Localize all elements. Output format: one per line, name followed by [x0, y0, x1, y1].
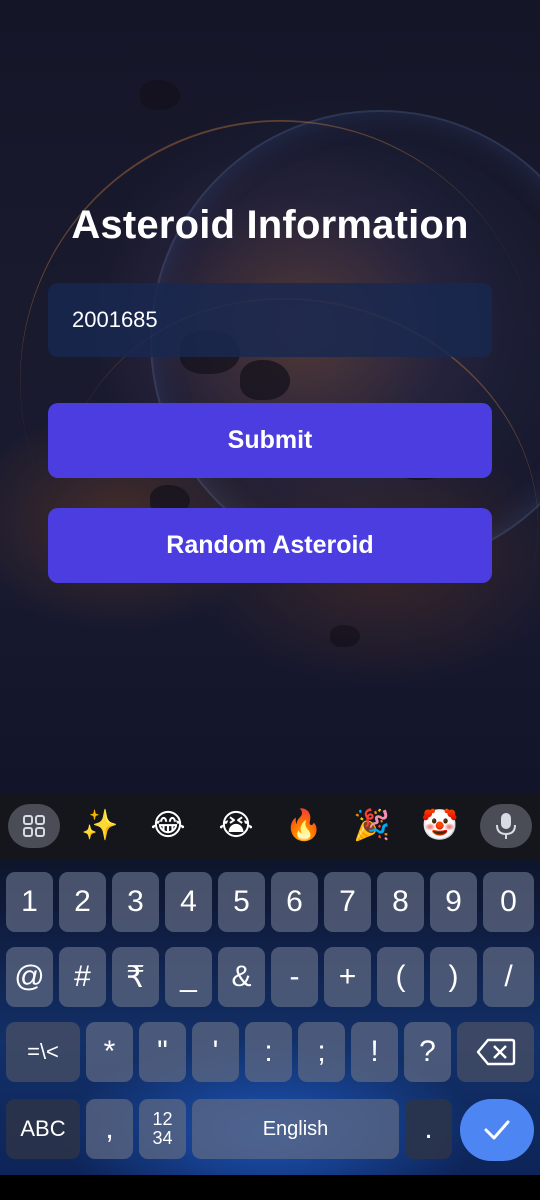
- backspace-icon[interactable]: [457, 1022, 534, 1082]
- key-1[interactable]: 1: [6, 872, 53, 932]
- key-2[interactable]: 2: [59, 872, 106, 932]
- app-screen: Asteroid Information 2001685 Submit Rand…: [0, 0, 540, 793]
- key-hash[interactable]: #: [59, 947, 106, 1007]
- party-emoji[interactable]: 🎉: [350, 805, 394, 845]
- key-colon[interactable]: :: [245, 1022, 292, 1082]
- random-asteroid-button[interactable]: Random Asteroid: [48, 508, 492, 583]
- mic-icon[interactable]: [480, 804, 532, 848]
- key-3[interactable]: 3: [112, 872, 159, 932]
- key-numpad-toggle[interactable]: 12 34: [139, 1099, 186, 1159]
- key-more-symbols[interactable]: =\<: [6, 1022, 80, 1082]
- key-double-quote[interactable]: ": [139, 1022, 186, 1082]
- asteroid-id-input[interactable]: 2001685: [48, 283, 492, 357]
- key-minus[interactable]: -: [271, 947, 318, 1007]
- key-asterisk[interactable]: *: [86, 1022, 133, 1082]
- checkmark-icon[interactable]: [460, 1099, 534, 1161]
- asteroid-id-value: 2001685: [72, 307, 158, 332]
- key-4[interactable]: 4: [165, 872, 212, 932]
- crying-emoji[interactable]: 😭: [214, 805, 258, 845]
- key-period[interactable]: .: [405, 1099, 452, 1159]
- key-exclamation[interactable]: !: [351, 1022, 398, 1082]
- key-question[interactable]: ?: [404, 1022, 451, 1082]
- fire-emoji[interactable]: 🔥: [282, 805, 326, 845]
- soft-keyboard: ✨ 😂 😭 🔥 🎉 🤡 1 2 3 4 5 6 7 8 9 0 @ # ₹ _ …: [0, 793, 540, 1175]
- key-slash[interactable]: /: [483, 947, 534, 1007]
- sparkles-emoji[interactable]: ✨: [78, 805, 122, 845]
- key-rupee[interactable]: ₹: [112, 947, 159, 1007]
- page-title: Asteroid Information: [71, 203, 469, 247]
- key-0[interactable]: 0: [483, 872, 534, 932]
- key-semicolon[interactable]: ;: [298, 1022, 345, 1082]
- key-open-paren[interactable]: (: [377, 947, 424, 1007]
- submit-button[interactable]: Submit: [48, 403, 492, 478]
- asteroid-rock: [140, 80, 180, 110]
- asteroid-rock: [240, 360, 290, 400]
- key-close-paren[interactable]: ): [430, 947, 477, 1007]
- key-space[interactable]: English: [192, 1099, 399, 1159]
- key-plus[interactable]: +: [324, 947, 371, 1007]
- key-9[interactable]: 9: [430, 872, 477, 932]
- key-8[interactable]: 8: [377, 872, 424, 932]
- key-6[interactable]: 6: [271, 872, 318, 932]
- laughing-emoji[interactable]: 😂: [146, 805, 190, 845]
- key-underscore[interactable]: _: [165, 947, 212, 1007]
- numpad-label: 12 34: [152, 1109, 173, 1148]
- keyboard-toolbar: ✨ 😂 😭 🔥 🎉 🤡: [0, 793, 540, 859]
- key-single-quote[interactable]: ': [192, 1022, 239, 1082]
- key-abc[interactable]: ABC: [6, 1099, 80, 1159]
- grid-icon[interactable]: [8, 804, 60, 848]
- system-nav-bar: [0, 1175, 540, 1200]
- key-at[interactable]: @: [6, 947, 53, 1007]
- key-7[interactable]: 7: [324, 872, 371, 932]
- clown-emoji[interactable]: 🤡: [418, 805, 462, 845]
- asteroid-rock: [330, 625, 360, 647]
- key-5[interactable]: 5: [218, 872, 265, 932]
- key-ampersand[interactable]: &: [218, 947, 265, 1007]
- key-comma[interactable]: ,: [86, 1099, 133, 1159]
